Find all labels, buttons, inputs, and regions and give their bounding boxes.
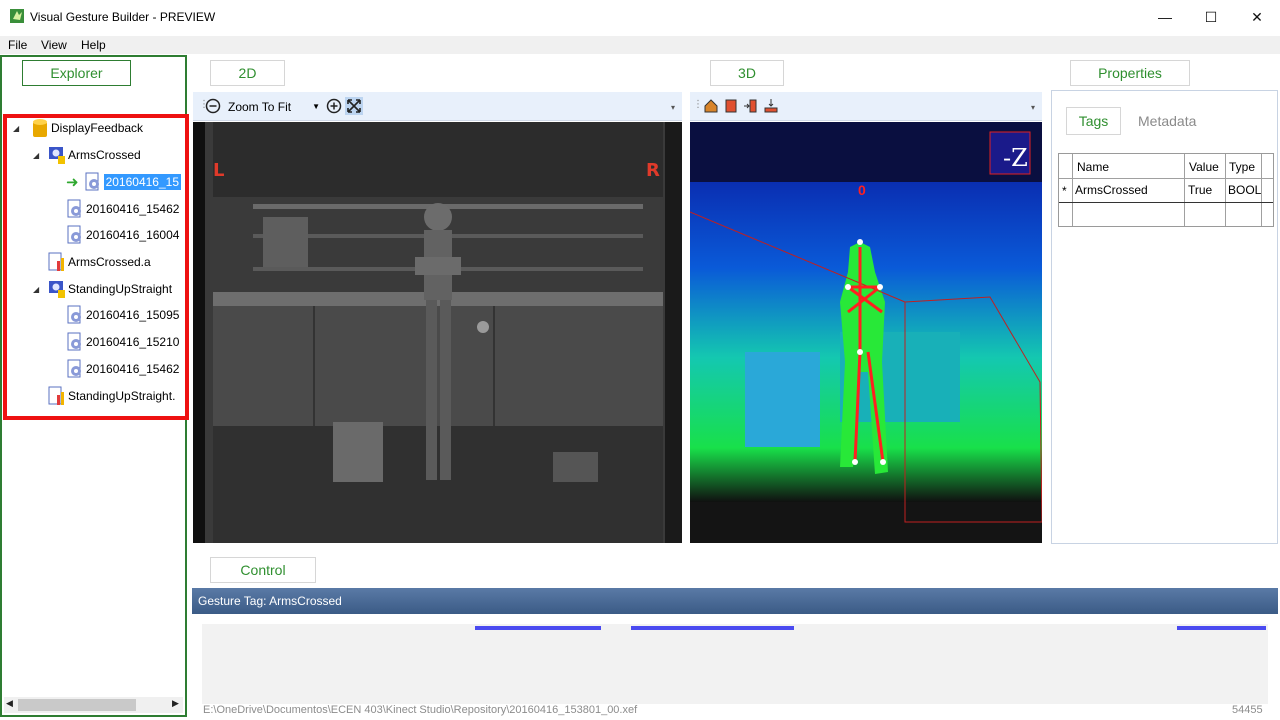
toolbar-overflow-icon[interactable]: ▾ <box>671 103 675 112</box>
orientation-cube-label: -Z <box>1003 144 1028 172</box>
close-button[interactable]: ✕ <box>1234 0 1280 34</box>
tags-grid: Name Value Type * ArmsCrossed True BOOL <box>1058 153 1274 227</box>
gesture-segment[interactable] <box>1177 626 1266 630</box>
clip-file-path: E:\OneDrive\Documentos\ECEN 403\Kinect S… <box>203 704 638 716</box>
tag-name-cell[interactable]: ArmsCrossed <box>1075 183 1148 197</box>
app-logo-icon <box>10 9 24 23</box>
menu-file[interactable]: File <box>8 38 27 52</box>
gesture-segment[interactable] <box>474 626 601 630</box>
explorer-tab[interactable]: Explorer <box>22 60 131 86</box>
row-marker: * <box>1062 184 1067 198</box>
zoom-out-icon[interactable] <box>205 98 221 114</box>
left-side-label: L <box>213 160 225 181</box>
right-side-label: R <box>646 160 660 181</box>
tab-properties[interactable]: Properties <box>1070 60 1190 86</box>
column-header-value[interactable]: Value <box>1189 160 1219 174</box>
minimize-button[interactable]: — <box>1142 0 1188 34</box>
tab-2d[interactable]: 2D <box>210 60 285 86</box>
fit-to-window-icon[interactable] <box>345 97 363 115</box>
zoom-in-icon[interactable] <box>326 98 342 114</box>
top-view-icon[interactable] <box>763 98 779 114</box>
home-view-icon[interactable] <box>703 98 719 114</box>
menu-help[interactable]: Help <box>81 38 106 52</box>
chevron-down-icon: ▼ <box>312 102 320 111</box>
window-title: Visual Gesture Builder - PREVIEW <box>30 10 216 24</box>
front-view-icon[interactable] <box>723 98 739 114</box>
scrollbar-thumb[interactable] <box>18 699 136 711</box>
timeline-track[interactable] <box>202 624 1268 704</box>
body-index-label: 0 <box>858 182 866 198</box>
2d-infrared-view[interactable]: L R <box>193 122 682 543</box>
gesture-tag-bar: Gesture Tag: ArmsCrossed <box>192 588 1278 614</box>
tab-tags[interactable]: Tags <box>1066 107 1121 135</box>
column-header-type[interactable]: Type <box>1229 160 1255 174</box>
side-view-icon[interactable] <box>743 98 759 114</box>
scroll-left-icon[interactable]: ◀ <box>6 698 13 709</box>
tab-control[interactable]: Control <box>210 557 316 583</box>
zoom-select[interactable]: Zoom To Fit ▼ <box>225 97 323 116</box>
tab-3d[interactable]: 3D <box>710 60 784 86</box>
tree-highlight-box <box>3 114 189 420</box>
infrared-scene <box>193 122 682 543</box>
title-bar: Visual Gesture Builder - PREVIEW — ☐ ✕ <box>0 0 1280 34</box>
column-header-name[interactable]: Name <box>1077 160 1109 174</box>
gesture-tag-label: Gesture Tag: ArmsCrossed <box>198 594 342 608</box>
scroll-right-icon[interactable]: ▶ <box>172 698 179 709</box>
point-cloud-scene <box>690 122 1042 543</box>
frame-count: 54455 <box>1232 704 1263 716</box>
gesture-segment[interactable] <box>630 626 794 630</box>
maximize-button[interactable]: ☐ <box>1188 0 1234 34</box>
tag-value-cell[interactable]: True <box>1188 183 1212 197</box>
toolbar-overflow-icon[interactable]: ▾ <box>1031 103 1035 112</box>
tag-type-cell[interactable]: BOOL <box>1228 183 1261 197</box>
zoom-select-value: Zoom To Fit <box>228 99 292 114</box>
menu-bar: File View Help <box>0 36 1280 54</box>
toolbar-3d: ⋮ ▾ <box>690 92 1042 121</box>
toolbar-grip: ⋮ <box>693 99 703 110</box>
tab-metadata[interactable]: Metadata <box>1138 113 1196 129</box>
toolbar-2d: ⋮ Zoom To Fit ▼ ▾ <box>193 92 682 121</box>
3d-point-cloud-view[interactable]: -Z 0 <box>690 122 1042 543</box>
menu-view[interactable]: View <box>41 38 67 52</box>
